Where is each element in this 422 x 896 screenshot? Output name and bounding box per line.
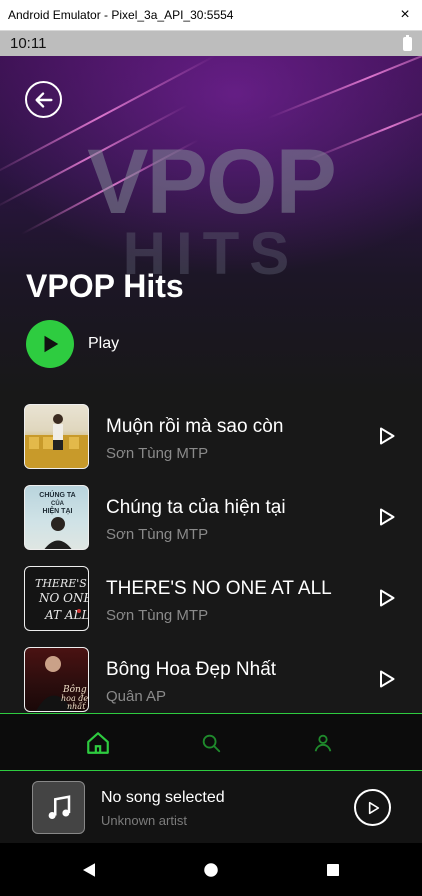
svg-text:CỦA: CỦA: [51, 500, 65, 507]
battery-icon: [403, 35, 412, 51]
song-artist: Sơn Tùng MTP: [106, 526, 209, 543]
mini-player-artist: Unknown artist: [101, 813, 187, 828]
nav-profile[interactable]: [309, 729, 337, 757]
song-title: Muộn rồi mà sao còn: [106, 416, 284, 437]
song-thumbnail: THERE'S NO ONE AT ALL: [24, 566, 89, 631]
song-play-button[interactable]: [372, 665, 400, 693]
play-outline-icon: [380, 508, 395, 526]
play-outline-icon: [380, 427, 395, 445]
svg-text:nhất: nhất: [67, 702, 86, 711]
playlist-title: VPOP Hits: [26, 268, 184, 304]
song-artist: Sơn Tùng MTP: [106, 445, 209, 462]
window-title-bar: Android Emulator - Pixel_3a_API_30:5554 …: [0, 0, 422, 31]
nav-search[interactable]: [197, 729, 225, 757]
mini-player-title: No song selected: [101, 789, 225, 806]
song-row[interactable]: THERE'S NO ONE AT ALL THERE'S NO ONE AT …: [0, 558, 422, 639]
mini-player-play-button[interactable]: [354, 789, 391, 826]
triangle-back-icon: [83, 863, 95, 877]
play-icon: [44, 335, 59, 353]
play-outline-icon: [380, 670, 395, 688]
song-thumbnail: Bông hoa đẹp nhất: [24, 647, 89, 712]
play-all-button[interactable]: Play: [26, 320, 119, 368]
status-time: 10:11: [10, 35, 47, 52]
svg-text:THERE'S: THERE'S: [35, 577, 87, 590]
window-title: Android Emulator - Pixel_3a_API_30:5554: [8, 8, 234, 22]
mini-player[interactable]: No song selected Unknown artist: [0, 771, 422, 843]
search-icon: [202, 734, 221, 753]
playlist-header: VPOP HITS VPOP Hits Play: [0, 56, 422, 396]
album-art-illustration: [25, 414, 88, 468]
nav-home[interactable]: [84, 729, 112, 757]
window-close-button[interactable]: ×: [394, 5, 416, 25]
home-icon: [87, 732, 109, 754]
play-outline-icon: [368, 801, 379, 814]
bottom-nav: [0, 713, 422, 771]
album-art-illustration: THERE'S NO ONE AT ALL: [35, 577, 89, 622]
play-circle[interactable]: [26, 320, 74, 368]
song-play-button[interactable]: [372, 422, 400, 450]
square-recents-icon: [327, 864, 339, 876]
song-list[interactable]: Muộn rồi mà sao còn Sơn Tùng MTP CHÚNG T…: [0, 396, 422, 713]
back-button[interactable]: [25, 81, 62, 118]
song-play-button[interactable]: [372, 584, 400, 612]
play-outline-icon: [380, 589, 395, 607]
song-thumbnail: [24, 404, 89, 469]
song-thumbnail: CHÚNG TA CỦA HIỆN TẠI: [24, 485, 89, 550]
song-play-button[interactable]: [372, 503, 400, 531]
svg-text:AT ALL: AT ALL: [44, 608, 89, 622]
play-label: Play: [88, 335, 120, 352]
album-art-illustration: CHÚNG TA CỦA HIỆN TẠI: [39, 490, 76, 549]
song-artist: Quân AP: [106, 688, 167, 705]
song-row[interactable]: Bông hoa đẹp nhất Bông Hoa Đẹp Nhất Quân…: [0, 639, 422, 713]
music-note-icon: [48, 794, 70, 819]
album-art-illustration: Bông hoa đẹp nhất: [36, 656, 88, 711]
system-nav-bar: [0, 843, 422, 896]
song-row[interactable]: CHÚNG TA CỦA HIỆN TẠI Chúng ta của hiện …: [0, 477, 422, 558]
song-row[interactable]: Muộn rồi mà sao còn Sơn Tùng MTP: [0, 396, 422, 477]
song-title: THERE'S NO ONE AT ALL: [106, 578, 332, 599]
svg-text:CHÚNG TA: CHÚNG TA: [39, 490, 75, 499]
profile-icon: [314, 734, 332, 752]
mini-player-artwork: [32, 781, 85, 834]
song-title: Chúng ta của hiện tại: [106, 497, 286, 518]
circle-home-icon: [204, 863, 218, 877]
song-title: Bông Hoa Đẹp Nhất: [106, 659, 277, 680]
svg-text:NO ONE: NO ONE: [38, 591, 89, 605]
hero-glow: [0, 56, 422, 276]
song-artist: Sơn Tùng MTP: [106, 607, 209, 624]
status-bar: 10:11: [0, 31, 422, 56]
arrow-left-icon: [34, 91, 53, 108]
system-back-button[interactable]: [78, 859, 100, 881]
svg-text:HIỆN TẠI: HIỆN TẠI: [43, 506, 73, 515]
system-recents-button[interactable]: [322, 859, 344, 881]
system-home-button[interactable]: [200, 859, 222, 881]
